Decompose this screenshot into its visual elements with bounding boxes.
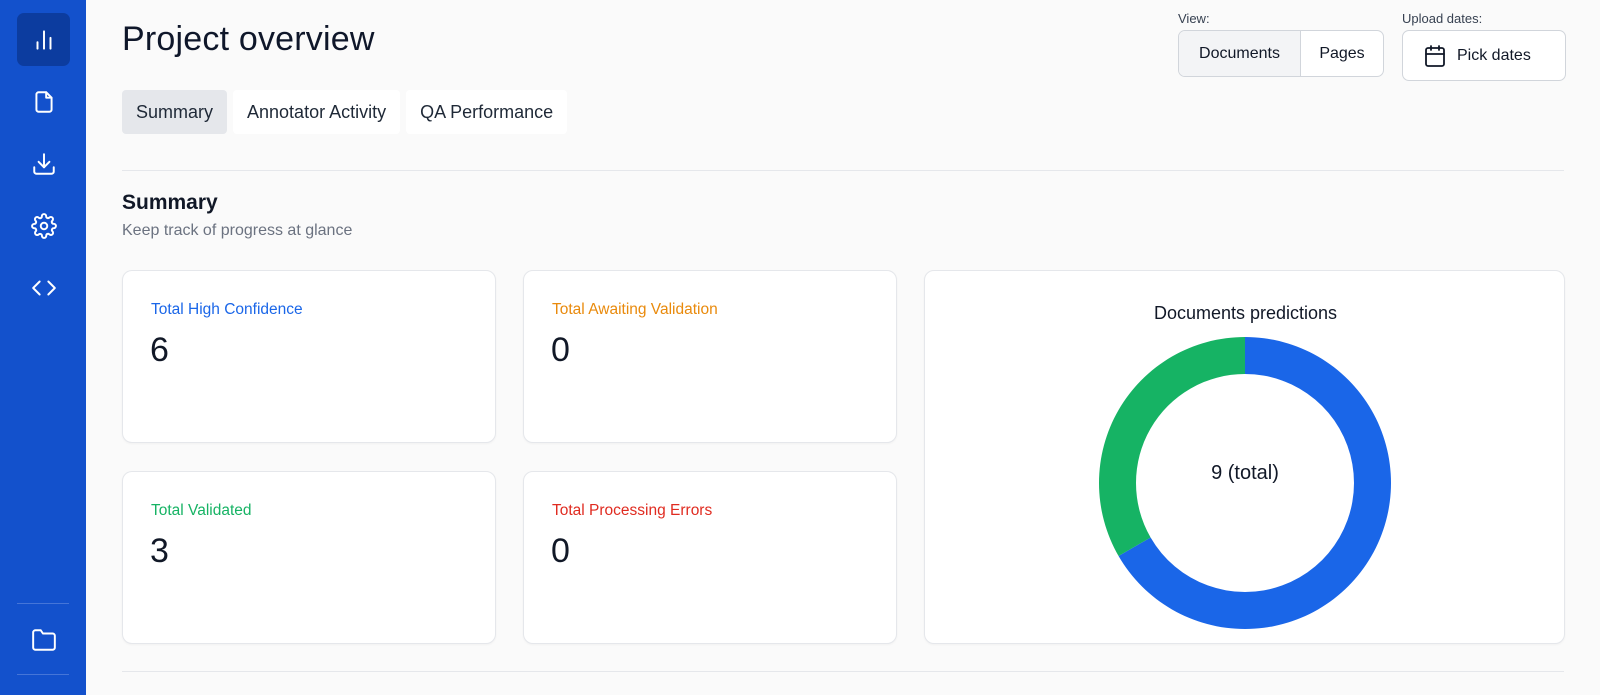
stat-card-validated: Total Validated 3 <box>122 471 496 644</box>
download-icon <box>32 152 55 175</box>
view-label: View: <box>1178 11 1210 26</box>
page-title: Project overview <box>122 20 375 58</box>
stat-value: 6 <box>150 331 169 369</box>
stat-value: 3 <box>150 532 169 570</box>
upload-dates-label: Upload dates: <box>1402 11 1483 26</box>
section-title: Summary <box>122 191 218 214</box>
tab-qa-performance[interactable]: QA Performance <box>406 90 568 134</box>
sidebar-item-analytics[interactable] <box>17 13 70 66</box>
view-pages-button[interactable]: Pages <box>1301 31 1383 76</box>
chart-center-label: 9 (total) <box>1211 462 1279 484</box>
code-icon <box>31 280 56 295</box>
divider <box>122 170 1564 171</box>
stat-label: Total Validated <box>151 502 252 519</box>
sidebar-item-settings[interactable] <box>17 199 70 252</box>
stat-card-high-confidence: Total High Confidence 6 <box>122 270 496 443</box>
bar-chart-icon <box>36 29 51 50</box>
view-documents-button[interactable]: Documents <box>1179 31 1301 76</box>
sidebar-item-downloads[interactable] <box>17 137 70 190</box>
pick-dates-button[interactable]: Pick dates <box>1402 30 1566 81</box>
donut-slice-1[interactable] <box>1099 337 1245 556</box>
stat-value: 0 <box>551 532 570 570</box>
stat-card-processing-errors: Total Processing Errors 0 <box>523 471 897 644</box>
chart-card: Documents predictions 9 (total) <box>924 270 1565 644</box>
sidebar-item-projects[interactable] <box>17 613 70 666</box>
section-subtitle: Keep track of progress at glance <box>122 222 353 239</box>
tab-summary[interactable]: Summary <box>122 90 228 134</box>
folder-icon <box>31 628 56 651</box>
gear-icon <box>30 212 57 239</box>
calendar-icon <box>1425 44 1445 67</box>
stat-card-awaiting-validation: Total Awaiting Validation 0 <box>523 270 897 443</box>
stat-label: Total Processing Errors <box>552 502 713 519</box>
stat-label: Total Awaiting Validation <box>552 301 718 318</box>
tab-annotator-activity[interactable]: Annotator Activity <box>233 90 401 134</box>
stat-label: Total High Confidence <box>151 301 303 318</box>
file-icon <box>34 90 53 113</box>
tab-bar: Summary Annotator Activity QA Performanc… <box>122 90 568 134</box>
main-content: Project overview Summary Annotator Activ… <box>122 0 1566 695</box>
divider <box>122 671 1564 672</box>
donut-chart: 9 (total) <box>1099 337 1391 629</box>
pick-dates-label: Pick dates <box>1457 46 1531 64</box>
stat-value: 0 <box>551 331 570 369</box>
sidebar-item-documents[interactable] <box>17 75 70 128</box>
sidebar-item-api[interactable] <box>17 261 70 314</box>
sidebar-divider <box>17 603 69 604</box>
view-toggle: Documents Pages <box>1178 30 1384 77</box>
sidebar-divider <box>17 674 69 675</box>
sidebar <box>0 0 86 695</box>
